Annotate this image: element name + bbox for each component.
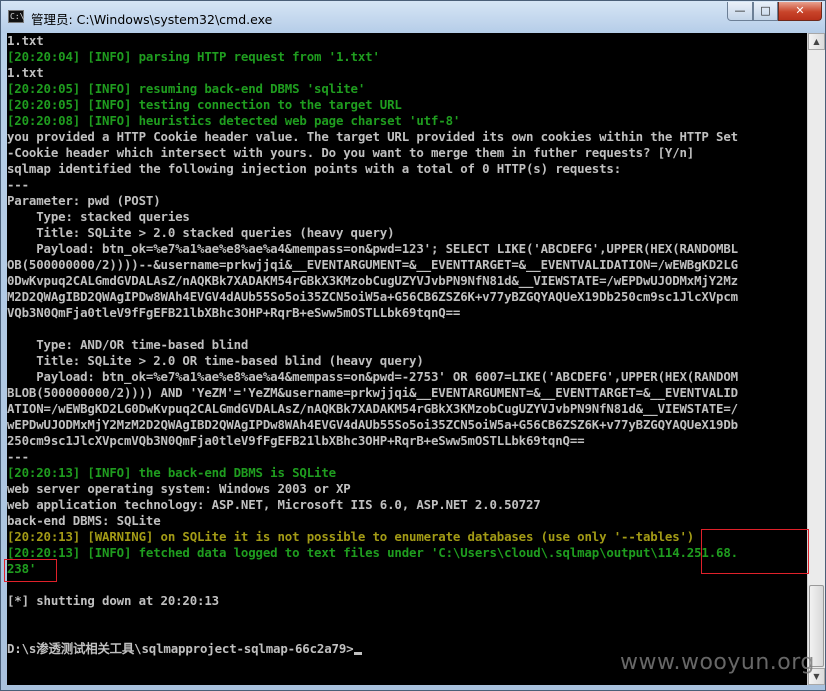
console-line: ATION=/wEWBgKD2LG0DwKvpuq2CALGmdGVDALAsZ…	[7, 401, 807, 417]
console-line: web application technology: ASP.NET, Mic…	[7, 497, 807, 513]
console-text: Payload: btn_ok=%e7%a1%ae%e8%ae%a4&mempa…	[7, 241, 738, 256]
console-text: 0DwKvpuq2CALGmdGVDALAsZ/nAQKBk7XADAKM54r…	[7, 273, 738, 288]
console-line: 250cm9sc1JlcXVpcmVQb3N0QmFja0tleV9fFgEFB…	[7, 433, 807, 449]
console-line: you provided a HTTP Cookie header value.…	[7, 129, 807, 145]
console-text: [20:20:08] [INFO] heuristics detected we…	[7, 113, 461, 128]
console-line: Title: SQLite > 2.0 OR time-based blind …	[7, 353, 807, 369]
console-line: M2D2QWAgIBD2QWAgIPDw8WAh4EVGV4dAUb55So5o…	[7, 289, 807, 305]
console-text: ATION=/wEWBgKD2LG0DwKvpuq2CALGmdGVDALAsZ…	[7, 401, 738, 416]
console-line: Type: stacked queries	[7, 209, 807, 225]
console-text: OB(500000000/2))))--&username=prkwjjqi&_…	[7, 257, 738, 272]
console-line: [20:20:08] [INFO] heuristics detected we…	[7, 113, 807, 129]
console-text: BLOB(500000000/2)))) AND 'YeZM'='YeZM&us…	[7, 385, 738, 400]
console-text: 1.txt	[7, 65, 44, 80]
console-line: ---	[7, 449, 807, 465]
console-text: web application technology: ASP.NET, Mic…	[7, 497, 541, 512]
console-line: sqlmap identified the following injectio…	[7, 161, 807, 177]
console-text: you provided a HTTP Cookie header value.…	[7, 129, 738, 144]
console-text: VQb3N0QmFja0tleV9fFgEFB21lbXBhc3OHP+RqrB…	[7, 305, 461, 320]
console-line: back-end DBMS: SQLite	[7, 513, 807, 529]
minimize-button[interactable]: —	[727, 2, 753, 21]
console-line: [20:20:13] [INFO] fetched data logged to…	[7, 545, 807, 561]
console-line: [20:20:13] [INFO] the back-end DBMS is S…	[7, 465, 807, 481]
console-text: Payload: btn_ok=%e7%a1%ae%e8%ae%a4&mempa…	[7, 369, 738, 384]
close-button[interactable]: ✕	[778, 2, 822, 21]
console-line: Payload: btn_ok=%e7%a1%ae%e8%ae%a4&mempa…	[7, 241, 807, 257]
console-line: 0DwKvpuq2CALGmdGVDALAsZ/nAQKBk7XADAKM54r…	[7, 273, 807, 289]
console-text: ---	[7, 177, 29, 192]
console-line: -Cookie header which intersect with your…	[7, 145, 807, 161]
scroll-up-arrow-icon[interactable]: ▲	[808, 33, 825, 50]
console-text: Title: SQLite > 2.0 stacked queries (hea…	[7, 225, 395, 240]
console-line: wEPDwUJODMxMjY2MzM2D2QWAgIBD2QWAgIPDw8WA…	[7, 417, 807, 433]
console-text: Parameter: pwd (POST)	[7, 193, 161, 208]
console-line: Parameter: pwd (POST)	[7, 193, 807, 209]
console-line: OB(500000000/2))))--&username=prkwjjqi&_…	[7, 257, 807, 273]
console-line: [20:20:04] [INFO] parsing HTTP request f…	[7, 49, 807, 65]
console-text: [20:20:05] [INFO] testing connection to …	[7, 97, 402, 112]
console-text: ---	[7, 449, 29, 464]
console-line: [20:20:05] [INFO] resuming back-end DBMS…	[7, 81, 807, 97]
cmd-window: C:\ 管理员: C:\Windows\system32\cmd.exe — □…	[0, 0, 826, 691]
console-lines: 1.txt [20:20:04] [INFO] parsing HTTP requ…	[7, 33, 807, 657]
console-text: [*] shutting down at 20:20:13	[7, 593, 219, 608]
console-line: VQb3N0QmFja0tleV9fFgEFB21lbXBhc3OHP+RqrB…	[7, 305, 807, 321]
console-line: [20:20:05] [INFO] testing connection to …	[7, 97, 807, 113]
maximize-button[interactable]: □	[753, 2, 778, 21]
console-text: wEPDwUJODMxMjY2MzM2D2QWAgIBD2QWAgIPDw8WA…	[7, 417, 738, 432]
console-line: Title: SQLite > 2.0 stacked queries (hea…	[7, 225, 807, 241]
console-line: web server operating system: Windows 200…	[7, 481, 807, 497]
console-line: 1.txt	[7, 33, 807, 49]
console-line: BLOB(500000000/2)))) AND 'YeZM'='YeZM&us…	[7, 385, 807, 401]
console-line: 1.txt	[7, 65, 807, 81]
window-title: 管理员: C:\Windows\system32\cmd.exe	[31, 12, 273, 27]
console-text: 250cm9sc1JlcXVpcmVQb3N0QmFja0tleV9fFgEFB…	[7, 433, 585, 448]
console-text: -Cookie header which intersect with your…	[7, 145, 695, 160]
console-text: D:\s渗透测试相关工具\sqlmapproject-sqlmap-66c2a7…	[7, 641, 354, 656]
cmd-app-icon[interactable]: C:\	[8, 10, 24, 23]
watermark: www.wooyun.org	[620, 650, 815, 675]
console-output[interactable]: 1.txt [20:20:04] [INFO] parsing HTTP requ…	[7, 33, 807, 685]
console-text: Type: stacked queries	[7, 209, 190, 224]
console-text: M2D2QWAgIBD2QWAgIPDw8WAh4EVGV4dAUb55So5o…	[7, 289, 738, 304]
console-line: ---	[7, 177, 807, 193]
console-line: [20:20:13] [WARNING] on SQLite it is not…	[7, 529, 807, 545]
console-text: sqlmap identified the following injectio…	[7, 161, 622, 176]
console-line: Type: AND/OR time-based blind	[7, 337, 807, 353]
title-bar[interactable]: C:\ 管理员: C:\Windows\system32\cmd.exe — □…	[1, 1, 825, 33]
annotation-box-ip-suffix	[4, 559, 57, 582]
console-text: web server operating system: Windows 200…	[7, 481, 351, 496]
console-text: [20:20:05] [INFO] resuming back-end DBMS…	[7, 81, 366, 96]
text-cursor	[354, 652, 363, 655]
console-text: [20:20:13] [INFO] fetched data logged to…	[7, 545, 738, 560]
console-line: 238'	[7, 561, 807, 577]
console-text: [20:20:13] [INFO] the back-end DBMS is S…	[7, 465, 336, 480]
vertical-scrollbar[interactable]: ▲ ▼	[807, 33, 825, 685]
console-text: Type: AND/OR time-based blind	[7, 337, 249, 352]
console-text: [20:20:13] [WARNING] on SQLite it is not…	[7, 529, 695, 544]
console-text: Title: SQLite > 2.0 OR time-based blind …	[7, 353, 424, 368]
console-text: 1.txt	[7, 33, 44, 48]
console-line: [*] shutting down at 20:20:13	[7, 593, 807, 609]
console-line: Payload: btn_ok=%e7%a1%ae%e8%ae%a4&mempa…	[7, 369, 807, 385]
console-text: back-end DBMS: SQLite	[7, 513, 161, 528]
console-text: [20:20:04] [INFO] parsing HTTP request f…	[7, 49, 380, 64]
annotation-box-output-path	[701, 529, 809, 574]
